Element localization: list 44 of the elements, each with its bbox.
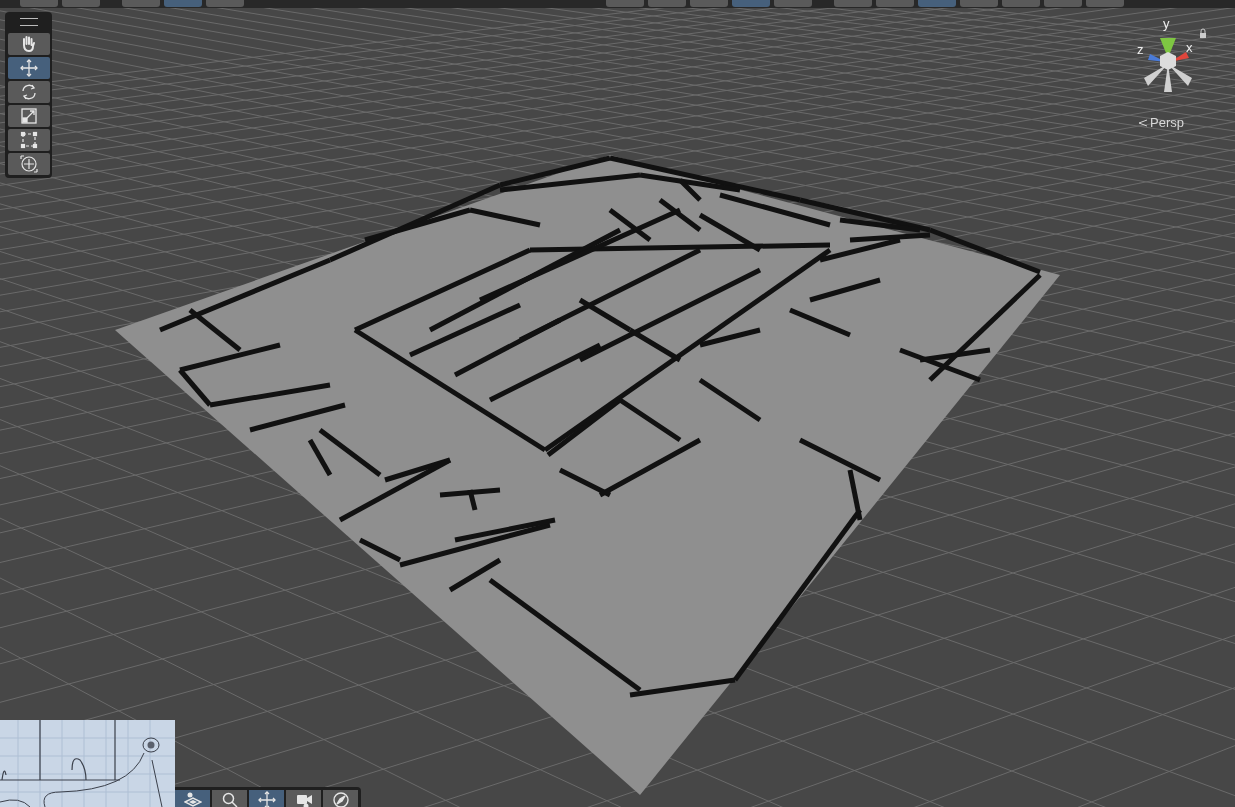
rect-tool-button[interactable] <box>7 129 50 151</box>
move-tool-button[interactable] <box>7 57 50 79</box>
scale-icon <box>19 107 38 125</box>
compass-button[interactable] <box>323 790 358 807</box>
hand-tool-button[interactable] <box>7 33 50 55</box>
rotate-icon <box>19 83 38 101</box>
search-icon <box>220 791 239 807</box>
rect-icon <box>19 131 38 149</box>
camera-button[interactable] <box>286 790 321 807</box>
toolbar-button[interactable] <box>690 0 728 7</box>
toolbar-button[interactable] <box>732 0 770 7</box>
axis-label: y <box>1163 17 1170 30</box>
toolbar-button[interactable] <box>606 0 644 7</box>
toolbar-button[interactable] <box>62 0 100 7</box>
projection-label[interactable]: Persp <box>1150 115 1184 130</box>
lock-icon[interactable] <box>1198 28 1208 38</box>
move-button[interactable] <box>249 790 284 807</box>
toolbar-button[interactable] <box>164 0 202 7</box>
toolbar-button[interactable] <box>206 0 244 7</box>
toolbar-button[interactable] <box>648 0 686 7</box>
scale-tool-button[interactable] <box>7 105 50 127</box>
transform-icon <box>19 155 38 173</box>
toolbar-button[interactable] <box>918 0 956 7</box>
move-icon <box>257 791 276 807</box>
rotate-tool-button[interactable] <box>7 81 50 103</box>
toolbar-button[interactable] <box>122 0 160 7</box>
toolbar-button[interactable] <box>20 0 58 7</box>
axis-label: z <box>1137 43 1144 56</box>
compass-icon <box>331 791 350 807</box>
toolbar-button[interactable] <box>1044 0 1082 7</box>
search-button[interactable] <box>212 790 247 807</box>
toolbar-button[interactable] <box>1086 0 1124 7</box>
chevron-icon[interactable] <box>1138 117 1148 128</box>
transform-tool-button[interactable] <box>7 153 50 175</box>
toolbar-button[interactable] <box>960 0 998 7</box>
drag-handle-icon[interactable] <box>19 18 38 26</box>
move-icon <box>19 59 38 77</box>
toolbar-button[interactable] <box>876 0 914 7</box>
toolbar-button[interactable] <box>834 0 872 7</box>
toolbar-button[interactable] <box>774 0 812 7</box>
axis-label: x <box>1186 41 1193 54</box>
layers-button[interactable] <box>175 790 210 807</box>
layers-icon <box>183 791 202 807</box>
toolbar-button[interactable] <box>1002 0 1040 7</box>
